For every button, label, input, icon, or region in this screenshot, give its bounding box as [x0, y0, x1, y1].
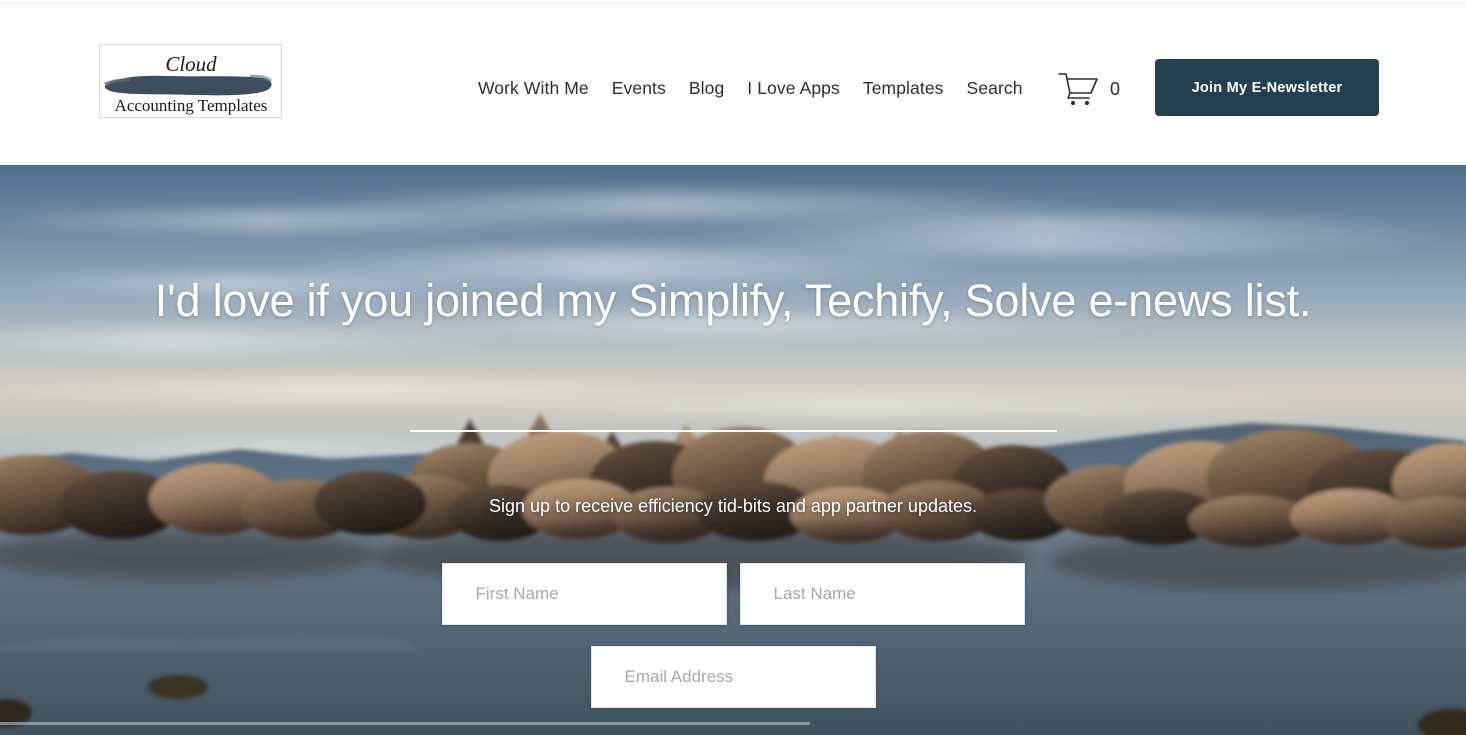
name-field-row	[0, 563, 1466, 625]
hero-headline: I'd love if you joined my Simplify, Tech…	[154, 275, 1312, 326]
nav-item-search[interactable]: Search	[967, 75, 1023, 101]
site-logo[interactable]: Cloud Accounting Templates	[99, 44, 282, 118]
brush-stroke	[104, 75, 272, 96]
cart-item-count: 0	[1110, 79, 1121, 99]
last-name-input[interactable]	[739, 563, 1025, 625]
logo-artwork: Cloud Accounting Templates	[100, 45, 281, 117]
email-input[interactable]	[590, 646, 876, 708]
logo-script-word: Cloud	[165, 52, 217, 76]
page-root: Cloud Accounting Templates Work With Me …	[0, 0, 1466, 735]
nav-item-events[interactable]: Events	[612, 75, 666, 101]
cart-wheel-left	[1070, 100, 1076, 106]
nav-item-templates[interactable]: Templates	[863, 75, 944, 101]
nav-item-blog[interactable]: Blog	[689, 75, 724, 101]
join-newsletter-button[interactable]: Join My E-Newsletter	[1155, 59, 1379, 116]
cart-link[interactable]: 0	[1056, 70, 1120, 108]
newsletter-signup-form	[0, 563, 1466, 708]
first-name-input[interactable]	[441, 563, 727, 625]
page-bottom-edge	[0, 722, 810, 725]
shopping-cart-icon	[1058, 73, 1098, 106]
primary-navigation: Work With Me Events Blog I Love Apps Tem…	[478, 75, 1023, 101]
nav-item-i-love-apps[interactable]: I Love Apps	[747, 75, 840, 101]
hero-section: I'd love if you joined my Simplify, Tech…	[0, 165, 1466, 735]
logo-serif-words: Accounting Templates	[115, 96, 268, 115]
site-header: Cloud Accounting Templates Work With Me …	[0, 4, 1466, 165]
hero-content: I'd love if you joined my Simplify, Tech…	[0, 165, 1466, 735]
cart-wheel-right	[1084, 100, 1090, 106]
email-field-row	[0, 646, 1466, 708]
nav-item-work-with-me[interactable]: Work With Me	[478, 75, 589, 101]
hero-divider	[410, 430, 1057, 432]
hero-subtitle: Sign up to receive efficiency tid-bits a…	[489, 496, 977, 516]
